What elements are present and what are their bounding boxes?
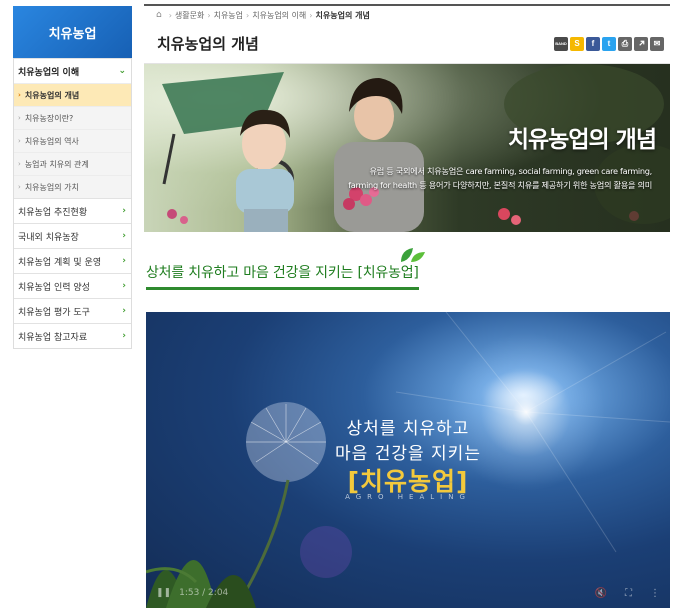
sidebar-item-farms[interactable]: 국내외 치유농장 › (14, 223, 131, 248)
sidebar-item-label: 치유농업 참고자료 (18, 332, 88, 343)
sidebar-item-label: 치유농업 인력 양성 (18, 282, 90, 293)
breadcrumb-separator: › (246, 10, 250, 20)
sidebar-subitem-relation[interactable]: › 농업과 치유의 관계 (14, 152, 131, 175)
chevron-right-icon: › (18, 137, 21, 145)
breadcrumb-item[interactable]: 생활문화 (175, 10, 204, 21)
mail-icon[interactable]: ✉ (650, 36, 664, 51)
sidebar-item-planning[interactable]: 치유농업 계획 및 운영 › (14, 248, 131, 273)
chevron-right-icon: › (122, 331, 126, 341)
main-content: ⌂ › 생활문화 › 치유농업 › 치유농업의 이해 › 치유농업의 개념 치유… (144, 0, 670, 608)
breadcrumb-item[interactable]: 치유농업 (214, 10, 243, 21)
banner-description: 유럽 등 국외에서 치유농업은 care farming, social far… (272, 164, 652, 192)
sidebar-item-label: 치유농업 추진현황 (18, 207, 88, 218)
video-time: 1:53 / 2:04 (179, 588, 229, 598)
video-caption-line2: 마음 건강을 지키는 (335, 444, 481, 464)
share-toolbar: BAND S f t ⎙ ✉ (554, 36, 670, 51)
mute-icon[interactable]: 🔇 (595, 588, 607, 599)
chevron-right-icon: › (122, 281, 126, 291)
sidebar-item-label: 국내외 치유농장 (18, 232, 79, 243)
pause-icon[interactable]: ❚❚ (156, 588, 171, 598)
chevron-right-icon: › (122, 206, 126, 216)
sidebar-item-evaluation[interactable]: 치유농업 평가 도구 › (14, 298, 131, 323)
banner-title: 치유농업의 개념 (507, 127, 657, 153)
breadcrumb-separator: › (168, 10, 172, 20)
page-title: 치유농업의 개념 (157, 35, 259, 53)
twitter-icon[interactable]: t (602, 36, 616, 51)
sidebar-item-understanding[interactable]: 치유농업의 이해 ⌄ (14, 58, 131, 83)
chevron-right-icon: › (122, 231, 126, 241)
video-caption-subtitle: AGRO HEALING (345, 493, 471, 501)
facebook-icon[interactable]: f (586, 36, 600, 51)
sidebar-subitem-label: 치유농장이란? (24, 113, 74, 123)
sidebar-subitem-concept[interactable]: › 치유농업의 개념 (14, 83, 131, 106)
sidebar: 치유농업 치유농업의 이해 ⌄ › 치유농업의 개념 › 치유농장이란? › 치… (13, 6, 132, 349)
more-options-icon[interactable]: ⋮ (650, 588, 660, 599)
sidebar-item-references[interactable]: 치유농업 참고자료 › (14, 323, 131, 348)
chevron-down-icon: ⌄ (118, 66, 126, 76)
sidebar-subitem-farm[interactable]: › 치유농장이란? (14, 106, 131, 129)
breadcrumb-separator: › (207, 10, 211, 20)
section-heading: 상처를 치유하고 마음 건강을 지키는 [치유농업] (146, 248, 425, 290)
leaf-icon (400, 248, 425, 262)
sidebar-item-label: 치유농업 평가 도구 (18, 307, 90, 318)
banner-desc-line: 유럽 등 국외에서 치유농업은 care farming, social far… (369, 166, 653, 176)
sidebar-item-label: 치유농업 계획 및 운영 (18, 257, 102, 268)
sidebar-title: 치유농업 (13, 6, 132, 58)
sidebar-item-status[interactable]: 치유농업 추진현황 › (14, 198, 131, 223)
video-controls-right: 🔇 ⛶ ⋮ (595, 588, 660, 599)
breadcrumb: ⌂ › 생활문화 › 치유농업 › 치유농업의 이해 › 치유농업의 개념 (144, 6, 670, 24)
sidebar-item-label: 치유농업의 이해 (18, 67, 80, 78)
home-icon[interactable]: ⌂ (156, 10, 162, 20)
sidebar-subitem-label: 치유농업의 역사 (24, 136, 79, 146)
sidebar-subitem-label: 농업과 치유의 관계 (24, 159, 89, 169)
sidebar-subitem-value[interactable]: › 치유농업의 가치 (14, 175, 131, 198)
video-controls: ❚❚ 1:53 / 2:04 🔇 ⛶ ⋮ (146, 578, 670, 608)
band-icon[interactable]: BAND (554, 36, 568, 51)
sidebar-subitem-history[interactable]: › 치유농업의 역사 (14, 129, 131, 152)
sidebar-subitem-label: 치유농업의 개념 (24, 90, 80, 100)
sidebar-subitem-label: 치유농업의 가치 (24, 182, 79, 192)
submenu: › 치유농업의 개념 › 치유농장이란? › 치유농업의 역사 › 농업과 치유… (14, 83, 131, 198)
chevron-right-icon: › (18, 160, 21, 168)
hero-banner: 치유농업의 개념 유럽 등 국외에서 치유농업은 care farming, s… (144, 64, 670, 232)
breadcrumb-item[interactable]: 치유농업의 이해 (252, 10, 306, 21)
sidebar-menu: 치유농업의 이해 ⌄ › 치유농업의 개념 › 치유농장이란? › 치유농업의 … (13, 58, 132, 349)
fullscreen-icon[interactable]: ⛶ (625, 588, 632, 599)
section-title: 상처를 치유하고 마음 건강을 지키는 [치유농업] (146, 265, 419, 281)
link-icon[interactable] (634, 36, 648, 51)
video-caption-line1: 상처를 치유하고 (346, 419, 470, 439)
chevron-right-icon: › (18, 114, 21, 122)
print-icon[interactable]: ⎙ (618, 36, 632, 51)
chevron-right-icon: › (18, 183, 21, 191)
video-player[interactable]: 상처를 치유하고 마음 건강을 지키는 [치유농업] AGRO HEALING … (146, 312, 670, 608)
sidebar-item-training[interactable]: 치유농업 인력 양성 › (14, 273, 131, 298)
chevron-right-icon: › (122, 306, 126, 316)
banner-desc-line: farming for health 등 용어가 다양하지만, 본질적 치유를 … (348, 180, 652, 190)
chevron-right-icon: › (122, 256, 126, 266)
chevron-right-icon: › (18, 91, 21, 99)
breadcrumb-current: 치유농업의 개념 (315, 10, 370, 20)
kakao-story-icon[interactable]: S (570, 36, 584, 51)
breadcrumb-separator: › (309, 10, 313, 20)
title-bar: 치유농업의 개념 BAND S f t ⎙ ✉ (144, 24, 670, 64)
